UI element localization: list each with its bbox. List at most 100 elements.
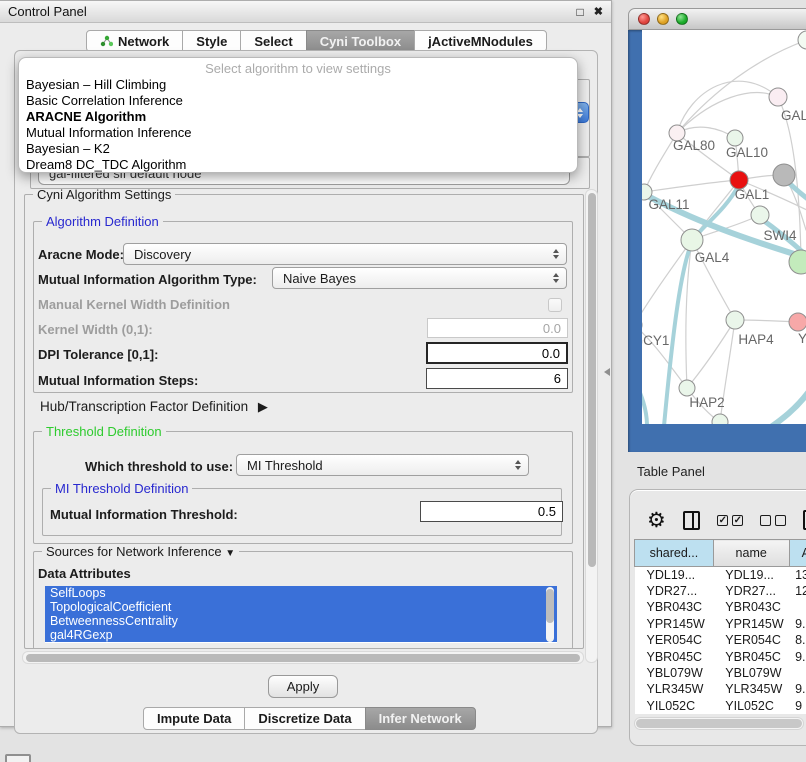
table-cell[interactable]: YDL19...	[635, 567, 714, 583]
tab-cyni-toolbox[interactable]: Cyni Toolbox	[306, 30, 415, 52]
manual-kernel-width-checkbox[interactable]	[548, 298, 562, 312]
mac-close-button[interactable]	[638, 13, 650, 25]
table-cell[interactable]	[789, 599, 806, 615]
mi-algorithm-type-combo[interactable]: Naive Bayes	[272, 267, 567, 289]
table-cell[interactable]: YLR345W	[635, 681, 714, 697]
table-cell[interactable]: YDR27...	[713, 583, 789, 599]
sources-group-title[interactable]: Sources for Network Inference ▼	[42, 544, 239, 559]
network-node-edge-top-right[interactable]	[798, 31, 806, 49]
table-cell[interactable]: YER054C	[713, 632, 789, 648]
network-edge[interactable]	[642, 240, 692, 325]
tab-jactivemnodules[interactable]: jActiveMNodules	[414, 30, 547, 52]
hub-definition-toggle[interactable]: Hub/Transcription Factor Definition ▶	[40, 399, 268, 415]
tab-network[interactable]: Network	[86, 30, 183, 52]
table-row[interactable]: YPR145WYPR145W9.	[635, 616, 806, 632]
network-node-HAP4[interactable]	[726, 311, 744, 329]
table-row[interactable]: YDL19...YDL19...13	[635, 567, 806, 583]
network-node-gray-node[interactable]	[773, 164, 795, 186]
table-cell[interactable]: YLR345W	[713, 681, 789, 697]
aracne-mode-combo[interactable]: Discovery	[123, 243, 567, 265]
network-edge[interactable]	[644, 180, 739, 192]
apply-button[interactable]: Apply	[268, 675, 338, 698]
table-cell[interactable]: YER054C	[635, 632, 714, 648]
network-node-SWI4[interactable]	[751, 206, 769, 224]
table-cell[interactable]: YBR043C	[713, 599, 789, 615]
network-node-GAL10[interactable]	[727, 130, 743, 146]
tab-style[interactable]: Style	[182, 30, 241, 52]
table-row[interactable]: YBR043CYBR043C	[635, 599, 806, 615]
table-row[interactable]: YBR045CYBR045C9.	[635, 648, 806, 664]
float-window-icon[interactable]: □	[577, 6, 584, 18]
network-node-HAP2[interactable]	[679, 380, 695, 396]
tab-select[interactable]: Select	[240, 30, 306, 52]
table-cell[interactable]: YBR043C	[635, 599, 714, 615]
network-node-bottom-node[interactable]	[712, 414, 728, 424]
tab-discretize-data[interactable]: Discretize Data	[244, 707, 365, 730]
network-edge[interactable]	[687, 320, 735, 388]
select-all-columns-icon[interactable]: ✓ ✓	[717, 515, 743, 526]
list-item[interactable]: BetweennessCentrality	[45, 614, 557, 628]
network-node-pink-top[interactable]	[769, 88, 787, 106]
list-item[interactable]: TopologicalCoefficient	[45, 600, 557, 614]
settings-vertical-scrollbar-thumb[interactable]	[588, 193, 596, 567]
dropdown-item-bayesian-hill-climbing[interactable]: Bayesian – Hill Climbing	[19, 77, 577, 93]
network-node-GAL4[interactable]	[681, 229, 703, 251]
deselect-all-columns-icon[interactable]	[760, 515, 786, 526]
split-columns-icon[interactable]	[683, 511, 700, 530]
panel-splitter-handle[interactable]	[604, 368, 610, 376]
network-edge[interactable]	[642, 375, 647, 424]
column-header-partial[interactable]: A	[789, 540, 806, 567]
network-edge[interactable]	[677, 93, 778, 133]
table-cell[interactable]: YBL079W	[635, 665, 714, 681]
table-cell[interactable]: 12	[789, 583, 806, 599]
table-cell[interactable]: YDR27...	[635, 583, 714, 599]
table-row[interactable]: YIL052CYIL052C9	[635, 698, 806, 714]
table-cell[interactable]: 8.	[789, 632, 806, 648]
table-cell[interactable]: YBR045C	[635, 648, 714, 664]
dropdown-item-mutual-information[interactable]: Mutual Information Inference	[19, 125, 577, 141]
table-cell[interactable]: 13	[789, 567, 806, 583]
table-cell[interactable]: YDL19...	[713, 567, 789, 583]
table-row[interactable]: YDR27...YDR27...12	[635, 583, 806, 599]
table-cell[interactable]: 9	[789, 698, 806, 714]
dropdown-item-bayesian-k2[interactable]: Bayesian – K2	[19, 141, 577, 157]
mac-minimize-button[interactable]	[657, 13, 669, 25]
table-cell[interactable]: YBL079W	[713, 665, 789, 681]
attribute-list-scrollbar-thumb[interactable]	[546, 589, 554, 623]
table-cell[interactable]: YPR145W	[713, 616, 789, 632]
close-window-icon[interactable]: ✖	[594, 6, 603, 18]
mi-threshold-field[interactable]	[420, 501, 563, 522]
kernel-width-field[interactable]	[427, 318, 568, 338]
table-cell[interactable]	[789, 665, 806, 681]
column-header-shared-name[interactable]: shared...	[635, 540, 714, 567]
attribute-list-scrollbar[interactable]	[546, 587, 554, 642]
which-threshold-combo[interactable]: MI Threshold	[236, 454, 529, 476]
table-row[interactable]: YLR345WYLR345W9.	[635, 681, 806, 697]
table-cell[interactable]: 9.	[789, 681, 806, 697]
table-cell[interactable]: YBR045C	[713, 648, 789, 664]
table-row[interactable]: YBL079WYBL079W	[635, 665, 806, 681]
list-item[interactable]: SelfLoops	[45, 586, 557, 600]
table-cell[interactable]: YPR145W	[635, 616, 714, 632]
mac-zoom-button[interactable]	[676, 13, 688, 25]
table-row[interactable]: YER054CYER054C8.	[635, 632, 806, 648]
network-canvas[interactable]: GAL8GAL80GAL10GAL1GAL11SWI4GAL4GCY1HAP4Y…	[642, 30, 806, 424]
column-header-name[interactable]: name	[713, 540, 789, 567]
list-item[interactable]: gal4RGexp	[45, 628, 557, 642]
settings-horizontal-scrollbar[interactable]	[22, 651, 584, 664]
table-cell[interactable]: 9.	[789, 616, 806, 632]
network-edge[interactable]	[762, 390, 806, 424]
table-cell[interactable]: 9.	[789, 648, 806, 664]
settings-vertical-scrollbar[interactable]	[585, 189, 598, 663]
dropdown-item-dream8[interactable]: Dream8 DC_TDC Algorithm	[19, 157, 577, 173]
table-cell[interactable]: YIL052C	[635, 698, 714, 714]
network-edge[interactable]	[677, 81, 778, 133]
dropdown-item-aracne[interactable]: ARACNE Algorithm	[19, 109, 577, 125]
table-cell[interactable]: YIL052C	[713, 698, 789, 714]
dropdown-item-basic-correlation[interactable]: Basic Correlation Inference	[19, 93, 577, 109]
table-horizontal-scrollbar-thumb[interactable]	[636, 719, 802, 728]
table-horizontal-scrollbar[interactable]	[634, 717, 804, 730]
dock-panel-icon[interactable]	[5, 754, 31, 762]
network-edge[interactable]	[677, 127, 735, 138]
network-node-salmon-node[interactable]	[789, 313, 806, 331]
